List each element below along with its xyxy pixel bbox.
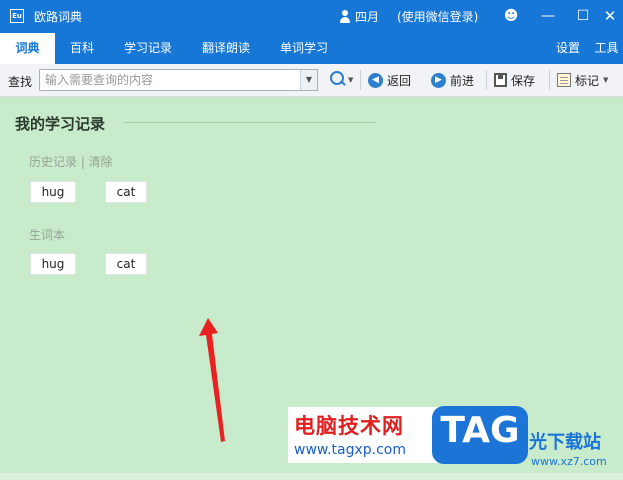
back-button[interactable]: ◀ 返回 bbox=[368, 70, 411, 90]
tab-translate-read[interactable]: 翻译朗读 bbox=[191, 33, 261, 64]
tab-dictionary[interactable]: 词典 bbox=[0, 33, 55, 64]
history-word-item[interactable]: hug bbox=[30, 181, 76, 203]
minimize-icon[interactable]: — bbox=[537, 5, 559, 27]
app-title: 欧路词典 bbox=[34, 10, 83, 24]
tab-study-record[interactable]: 学习记录 bbox=[113, 33, 183, 64]
watermark-url: www.tagxp.com bbox=[294, 442, 406, 458]
title-divider bbox=[123, 122, 376, 123]
save-button[interactable]: 保存 bbox=[494, 70, 535, 90]
chevron-down-icon: ▼ bbox=[603, 76, 609, 84]
watermark-site-title: 光下载站 bbox=[529, 432, 601, 453]
tab-encyclopedia[interactable]: 百科 bbox=[56, 33, 108, 64]
vocab-word-item[interactable]: hug bbox=[30, 253, 76, 275]
bottom-edge bbox=[0, 473, 623, 480]
forward-arrow-icon: ▶ bbox=[431, 72, 446, 88]
close-icon[interactable]: ✕ bbox=[599, 5, 621, 27]
user-account[interactable]: 四月 bbox=[339, 8, 379, 25]
vocabulary-label: 生词本 bbox=[29, 228, 66, 242]
toolbar-divider bbox=[360, 70, 361, 90]
watermark-logo-text: TAG bbox=[440, 410, 520, 451]
tab-bar: 词典 百科 学习记录 翻译朗读 单词学习 设置 工具 bbox=[0, 33, 623, 64]
toolbar: 查找 ▼ ▼ ◀ 返回 ▶ 前进 保存 标记 ▼ bbox=[0, 64, 623, 97]
page-title: 我的学习记录 bbox=[15, 115, 106, 133]
mark-label: 标记 bbox=[575, 73, 600, 88]
mark-button[interactable]: 标记 ▼ bbox=[557, 70, 608, 90]
watermark-site-url: www.xz7.com bbox=[531, 455, 607, 468]
toolbar-divider bbox=[549, 70, 550, 90]
back-label: 返回 bbox=[387, 73, 412, 88]
save-disk-icon bbox=[494, 73, 507, 87]
search-input[interactable] bbox=[40, 70, 300, 90]
toolbar-divider bbox=[486, 70, 487, 90]
history-clear-link[interactable]: 历史记录 | 清除 bbox=[29, 153, 113, 170]
search-icon[interactable] bbox=[330, 71, 348, 89]
annotation-arrow-icon bbox=[199, 318, 225, 442]
watermark-title: 电脑技术网 bbox=[294, 414, 404, 438]
forward-button[interactable]: ▶ 前进 bbox=[431, 70, 474, 90]
tab-tools[interactable]: 工具 bbox=[590, 33, 623, 64]
search-label: 查找 bbox=[8, 75, 33, 89]
search-box: ▼ bbox=[39, 69, 318, 91]
wechat-login-link[interactable]: (使用微信登录) bbox=[397, 8, 478, 25]
smile-icon[interactable]: ☻ bbox=[500, 5, 522, 27]
history-word-item[interactable]: cat bbox=[105, 181, 147, 203]
tab-settings[interactable]: 设置 bbox=[550, 33, 586, 64]
tab-word-learning[interactable]: 单词学习 bbox=[269, 33, 339, 64]
maximize-icon[interactable]: ☐ bbox=[572, 5, 594, 27]
search-options-chevron-icon[interactable]: ▼ bbox=[348, 76, 353, 84]
user-icon bbox=[339, 10, 351, 23]
title-bar: Eu 欧路词典 四月 (使用微信登录) ☻ — ☐ ✕ bbox=[0, 0, 623, 33]
note-icon bbox=[557, 73, 571, 87]
save-label: 保存 bbox=[511, 73, 536, 88]
search-history-dropdown[interactable]: ▼ bbox=[300, 70, 317, 90]
forward-label: 前进 bbox=[450, 73, 475, 88]
user-name: 四月 bbox=[355, 10, 380, 24]
vocab-word-item[interactable]: cat bbox=[105, 253, 147, 275]
watermark-logo: TAG bbox=[432, 406, 528, 464]
back-arrow-icon: ◀ bbox=[368, 72, 383, 88]
app-logo-icon: Eu bbox=[10, 9, 24, 23]
